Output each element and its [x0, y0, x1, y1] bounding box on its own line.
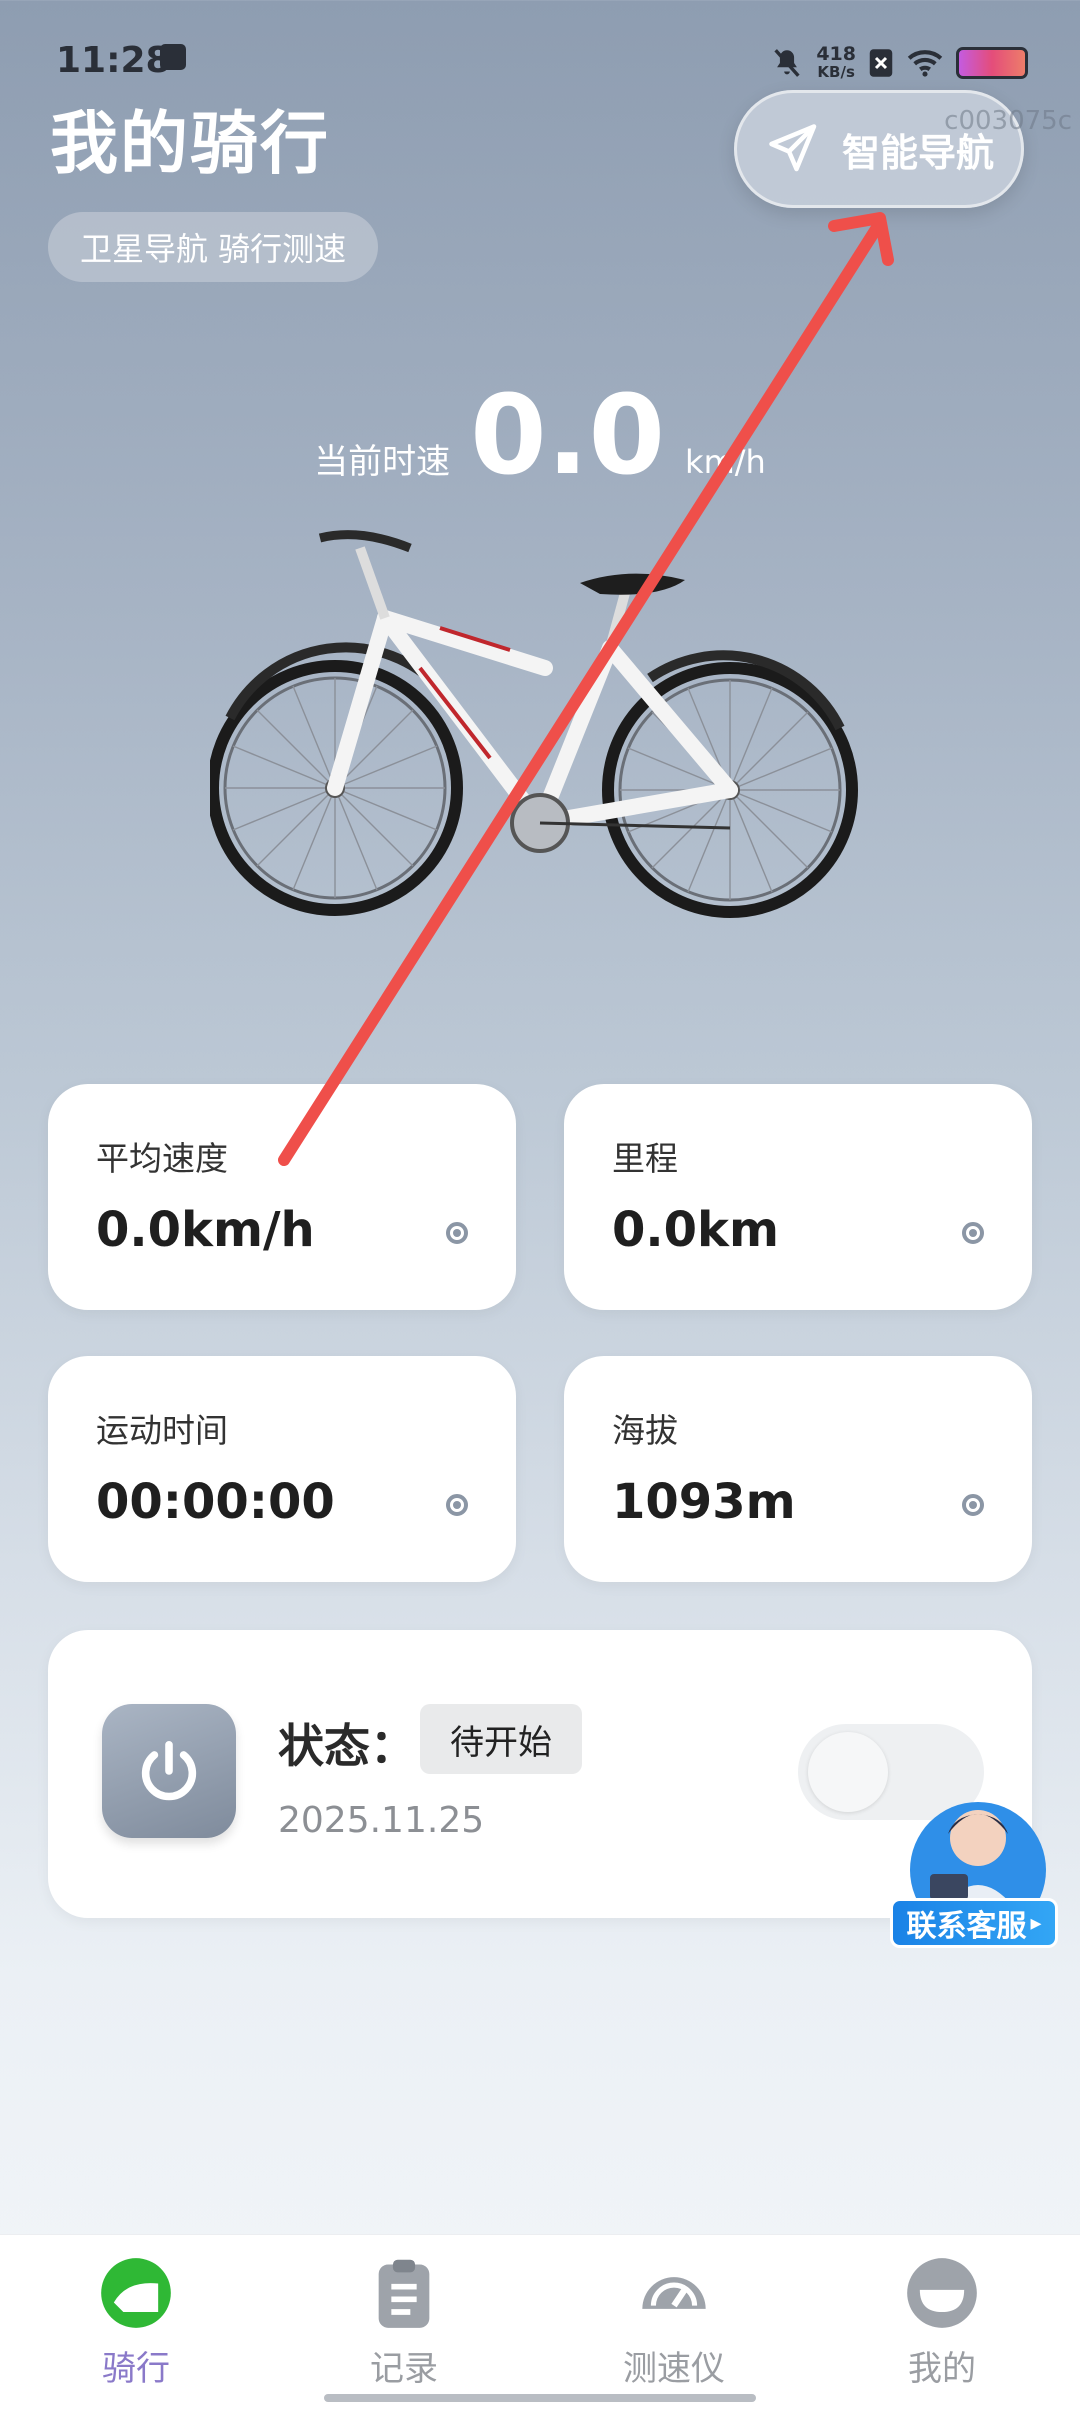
- state-date: 2025.11.25: [278, 1800, 485, 1841]
- status-time: 11:28: [56, 40, 171, 81]
- nav-label: 测速仪: [623, 2349, 725, 2389]
- stat-value: 00:00:00: [96, 1474, 335, 1530]
- current-speed-label: 当前时速: [314, 442, 451, 482]
- stat-value: 0.0km/h: [96, 1202, 315, 1258]
- radio-indicator-icon: [446, 1222, 468, 1244]
- bottom-navigation: 骑行 记录 测速仪 我的: [0, 2234, 1080, 2409]
- home-indicator[interactable]: [324, 2394, 756, 2402]
- radio-indicator-icon: [962, 1494, 984, 1516]
- customer-service-text: 联系客服: [906, 1909, 1027, 1944]
- state-label: 状态：: [278, 1719, 416, 1773]
- notification-icon: [160, 44, 186, 70]
- profile-icon: [907, 2258, 977, 2328]
- mute-bell-icon: [774, 49, 800, 77]
- stat-label: 里程: [612, 1139, 678, 1178]
- nav-item-records[interactable]: 记录: [314, 2255, 494, 2390]
- customer-service-label: 联系客服 ▸: [890, 1898, 1058, 1948]
- nav-label: 记录: [370, 2349, 438, 2389]
- nav-label: 我的: [908, 2349, 976, 2389]
- watermark: c003075c: [944, 106, 1072, 136]
- state-badge: 待开始: [420, 1704, 582, 1774]
- stat-label: 运动时间: [96, 1411, 228, 1450]
- bicycle-image: [210, 530, 858, 918]
- navigation-arrow-icon: [769, 124, 817, 172]
- stat-label: 平均速度: [96, 1139, 228, 1178]
- stat-card-avg-speed[interactable]: 平均速度 0.0km/h: [48, 1084, 516, 1310]
- network-speed-value: 418: [816, 43, 856, 65]
- speedometer-icon: [642, 2277, 706, 2309]
- power-icon: [141, 1740, 197, 1801]
- toggle-knob: [808, 1732, 888, 1812]
- page-title: 我的骑行: [50, 105, 331, 184]
- nav-item-speedometer[interactable]: 测速仪: [584, 2255, 764, 2390]
- stat-label: 海拔: [612, 1411, 678, 1450]
- stat-card-distance[interactable]: 里程 0.0km: [564, 1084, 1032, 1310]
- clipboard-icon: [378, 2259, 430, 2328]
- network-speed-unit: KB/s: [817, 63, 855, 81]
- network-speed: 418 KB/s: [816, 43, 856, 82]
- customer-service-widget[interactable]: 联系客服 ▸: [890, 1790, 1060, 1960]
- ride-icon: [101, 2258, 171, 2328]
- current-speed-value: 0.0: [470, 371, 666, 499]
- stat-value: 1093m: [612, 1474, 796, 1530]
- ride-status-card: 状态： 待开始 2025.11.25: [48, 1630, 1032, 1918]
- status-icons: 418 KB/s: [770, 38, 1028, 88]
- stat-value: 0.0km: [612, 1202, 779, 1258]
- power-button[interactable]: [102, 1704, 236, 1838]
- radio-indicator-icon: [962, 1222, 984, 1244]
- nav-label: 骑行: [102, 2349, 170, 2389]
- stat-card-duration[interactable]: 运动时间 00:00:00: [48, 1356, 516, 1582]
- current-speed-unit: km/h: [685, 443, 766, 481]
- radio-indicator-icon: [446, 1494, 468, 1516]
- stat-card-altitude[interactable]: 海拔 1093m: [564, 1356, 1032, 1582]
- battery-icon: [956, 47, 1028, 79]
- nav-item-ride[interactable]: 骑行: [46, 2255, 226, 2390]
- nav-item-profile[interactable]: 我的: [852, 2255, 1032, 2390]
- chevron-right-icon: ▸: [1030, 1910, 1042, 1936]
- feature-pill: 卫星导航 骑行测速: [48, 212, 379, 282]
- wifi-icon: [907, 50, 943, 77]
- current-speed: 当前时速 0.0 km/h: [0, 380, 1080, 490]
- sim-off-icon: [869, 49, 893, 77]
